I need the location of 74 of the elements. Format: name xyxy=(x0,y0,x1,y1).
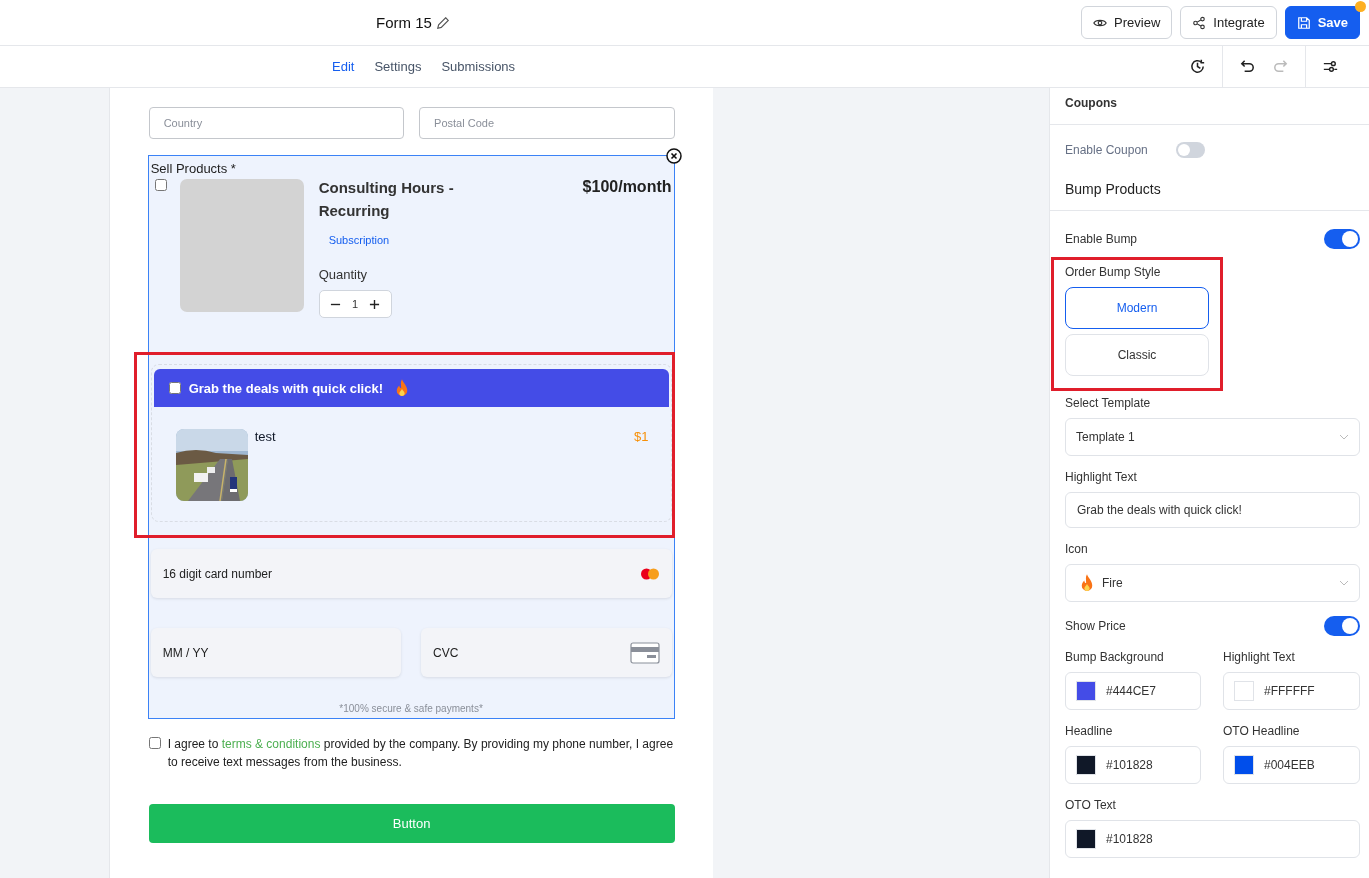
chevron-down-icon xyxy=(1339,580,1349,586)
color-label: Highlight Text xyxy=(1223,650,1296,664)
history-icon[interactable] xyxy=(1188,57,1207,76)
section-title: Bump Products xyxy=(1065,180,1162,199)
text-field[interactable]: Postal Code xyxy=(419,107,675,139)
pencil-icon[interactable] xyxy=(435,15,450,30)
tab[interactable]: Edit xyxy=(322,55,365,78)
color-label: OTO Headline xyxy=(1223,724,1301,738)
enable-coupon-label: Enable Coupon xyxy=(1065,143,1148,157)
product-name: Consulting Hours - Recurring xyxy=(318,178,455,221)
close-icon[interactable] xyxy=(665,148,682,164)
product-checkbox[interactable] xyxy=(154,179,167,191)
quantity-value: 1 xyxy=(352,298,359,310)
color-input[interactable]: #004EEB xyxy=(1223,746,1360,784)
color-label: Headline xyxy=(1065,724,1114,738)
color-swatch[interactable] xyxy=(1076,755,1096,775)
expiry-placeholder: MM / YY xyxy=(162,645,209,660)
color-input[interactable]: #FFFFFF xyxy=(1223,672,1360,710)
color-swatch[interactable] xyxy=(1234,681,1254,701)
coupon-toggle[interactable] xyxy=(1175,142,1205,158)
terms-checkbox[interactable] xyxy=(148,737,161,749)
fire-icon xyxy=(1080,574,1094,592)
integrate-button[interactable]: Integrate xyxy=(1180,6,1277,39)
template-dropdown[interactable]: Template 1 xyxy=(1065,418,1360,456)
quantity-stepper[interactable]: 1 xyxy=(318,290,392,318)
text-field[interactable]: Country xyxy=(148,107,405,139)
subscription-label: Subscription xyxy=(328,234,391,246)
credit-card-icon xyxy=(629,641,660,664)
select-template-label: Select Template xyxy=(1065,396,1152,410)
tab[interactable]: Settings xyxy=(364,55,432,78)
color-swatch[interactable] xyxy=(1076,681,1096,701)
bump-product-price: $1 xyxy=(634,429,649,444)
terms-text: I agree to terms & conditions provided by the company. By providing my phone number, I agree to receive text messages from the business. xyxy=(167,736,675,771)
tab[interactable]: Submissions xyxy=(431,55,526,78)
bump-headline: Grab the deals with quick click! xyxy=(188,380,383,396)
color-input[interactable]: #444CE7 xyxy=(1065,672,1201,710)
order-bump-style-label: Order Bump Style xyxy=(1065,265,1162,279)
save-button[interactable]: Save xyxy=(1284,6,1360,39)
color-swatch[interactable] xyxy=(1076,829,1096,849)
style-option[interactable]: Classic xyxy=(1065,334,1209,376)
bump-product-name: test xyxy=(254,429,277,444)
section-title: Coupons xyxy=(1065,95,1118,112)
color-label: OTO Text xyxy=(1065,798,1117,812)
enable-bump-label: Enable Bump xyxy=(1065,232,1138,246)
plus-icon[interactable] xyxy=(369,298,381,310)
icon-label: Icon xyxy=(1065,542,1089,556)
bump-toggle[interactable] xyxy=(1324,229,1360,249)
icon-dropdown[interactable]: Fire xyxy=(1065,564,1360,602)
card-number-placeholder: 16 digit card number xyxy=(162,566,273,581)
cvc-placeholder: CVC xyxy=(433,645,459,660)
style-option[interactable]: Modern xyxy=(1065,287,1209,329)
chevron-down-icon xyxy=(1339,434,1349,440)
expiry-field[interactable]: MM / YY xyxy=(150,628,402,677)
preview-button[interactable]: Preview xyxy=(1081,6,1173,39)
color-label: Bump Background xyxy=(1065,650,1165,664)
form-title: Form 15 xyxy=(376,14,432,31)
fire-icon xyxy=(395,379,409,397)
show-price-toggle[interactable] xyxy=(1324,616,1360,636)
highlight-text-label: Highlight Text xyxy=(1065,470,1138,484)
secure-note: *100% secure & safe payments* xyxy=(338,703,484,714)
show-price-label: Show Price xyxy=(1065,619,1126,633)
color-input[interactable]: #101828 xyxy=(1065,746,1201,784)
product-price: $100/month xyxy=(582,178,672,196)
card-brand-icon xyxy=(639,567,660,580)
share-icon xyxy=(1192,15,1207,30)
bump-checkbox[interactable] xyxy=(168,382,181,394)
color-input[interactable]: #101828 xyxy=(1065,820,1360,858)
section-label: Sell Products * xyxy=(150,161,237,176)
quantity-label: Quantity xyxy=(318,267,369,282)
save-icon xyxy=(1296,15,1311,30)
cvc-field[interactable]: CVC xyxy=(421,628,672,677)
color-swatch[interactable] xyxy=(1234,755,1254,775)
highlight-text-input[interactable]: Grab the deals with quick click! xyxy=(1065,492,1360,528)
card-number-field[interactable]: 16 digit card number xyxy=(150,549,672,598)
